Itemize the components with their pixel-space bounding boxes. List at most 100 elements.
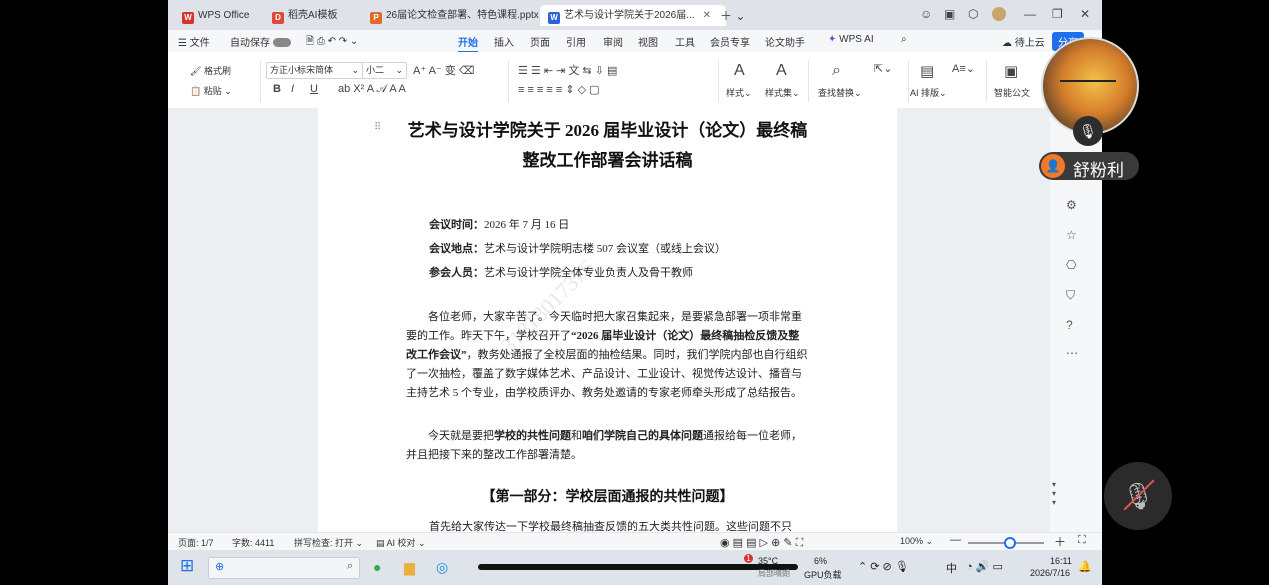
menu-insert[interactable]: 插入 [494, 34, 514, 49]
divider [808, 60, 809, 102]
align-icons[interactable]: ≡ ≡ ≡ ≡ ≡ ⇕ ◇ ▢ [518, 83, 600, 96]
select-icon[interactable]: ⇱⌄ [874, 62, 892, 75]
find-icon[interactable]: ⌕ [832, 62, 841, 80]
tab-pptx-file[interactable]: P 26届论文检查部署、特色课程.pptx [362, 5, 547, 26]
weather-temp[interactable]: 35°C [758, 556, 778, 566]
document-page[interactable]: 131818017376 ⠿ 艺术与设计学院关于 2026 届毕业设计（论文）最… [318, 108, 897, 532]
spell-check-status[interactable]: 拼写检查: 打开 ⌄ [294, 536, 363, 549]
add-tab-icon[interactable]: ＋ ⌄ [720, 7, 745, 24]
list-icons[interactable]: ☰ ☰ ⇤ ⇥ 文 ⇆ ⇩ ▤ [518, 62, 617, 78]
font-name-select[interactable]: 方正小标宋简体 ⌄ [266, 62, 363, 79]
document-area: 131818017376 ⠿ 艺术与设计学院关于 2026 届毕业设计（论文）最… [168, 108, 1050, 532]
camera-icon[interactable]: ⎔ [1066, 258, 1076, 272]
star-icon[interactable]: ☆ [1066, 228, 1077, 242]
help-icon[interactable]: ? [1066, 318, 1073, 332]
notification-icon[interactable]: 🔔 [1078, 560, 1092, 573]
system-tray-icons[interactable]: ⌃ ⟳ ⊘ 🎙 [858, 560, 909, 573]
ai-layout-button[interactable]: AI 排版⌄ [910, 86, 947, 99]
network-volume-icons[interactable]: ◔ 🔊 ▭ [966, 560, 1003, 573]
close-window-icon[interactable]: ✕ [1080, 7, 1090, 21]
zoom-slider-handle[interactable] [1004, 537, 1016, 549]
paste-button[interactable]: 📋 粘贴 ⌄ [190, 84, 232, 97]
ime-indicator[interactable]: 中 [946, 560, 957, 576]
divider [260, 60, 261, 102]
menu-page[interactable]: 页面 [530, 34, 550, 49]
edge-icon[interactable]: ◎ [436, 559, 448, 576]
format-brush-button[interactable]: 🖌 格式刷 [190, 64, 231, 77]
text-direction-icon[interactable]: A≡⌄ [952, 62, 975, 75]
font-size-select[interactable]: 小二 ⌄ [362, 62, 407, 79]
muted-slash [1123, 479, 1155, 511]
close-tab-icon[interactable]: ✕ [703, 10, 711, 21]
fullscreen-icon[interactable]: ⛶ [1078, 534, 1086, 547]
avatar-decoration [1060, 80, 1116, 82]
windows-start-icon[interactable]: ⊞ [180, 556, 194, 576]
zoom-out-icon[interactable]: — [950, 534, 961, 546]
underline-icon[interactable]: U [310, 83, 318, 95]
styles-icon[interactable]: A [734, 62, 745, 80]
zoom-in-icon[interactable]: ＋ [1054, 533, 1066, 550]
menu-home[interactable]: 开始 [458, 34, 478, 53]
smart-doc-icon[interactable]: ▣ [1004, 62, 1018, 80]
menu-member[interactable]: 会员专享 [710, 34, 750, 49]
menu-thesis-assistant[interactable]: 论文助手 [765, 34, 805, 49]
style-set-button[interactable]: 样式集⌄ [765, 86, 800, 99]
find-replace-button[interactable]: 查找替换⌄ [818, 86, 862, 99]
more-icon[interactable]: ⋯ [1066, 346, 1078, 360]
ai-assistant-icon[interactable]: ☺ [920, 7, 932, 21]
taskbar-search-input[interactable]: ⊕ ⌕ [208, 557, 360, 579]
word-count[interactable]: 字数: 4411 [232, 536, 274, 549]
smart-doc-button[interactable]: 智能公文 [994, 86, 1030, 99]
view-mode-icons[interactable]: ◉ ▤ ▤ ▷ ⊕ ✎ ⛶ [720, 536, 803, 550]
participant-name-tag: 👤 舒粉利 [1039, 152, 1139, 181]
cloud-button[interactable]: ☁ 待上云 [1002, 34, 1045, 49]
menu-view[interactable]: 视图 [638, 34, 658, 49]
quick-access-icons[interactable]: 🗎 ⎙ ↶ ↷ ⌄ [306, 34, 358, 51]
wps-ai-icon: ✦ [828, 34, 837, 45]
user-avatar[interactable] [992, 7, 1006, 21]
ppt-icon: P [370, 12, 382, 24]
docer-icon: D [272, 12, 284, 24]
styles-button[interactable]: 样式⌄ [726, 86, 752, 99]
menu-file[interactable]: ☰ 文件 [178, 34, 210, 49]
cube-icon[interactable]: ⬡ [968, 7, 978, 21]
tab-wps-office[interactable]: W WPS Office [174, 5, 258, 26]
clock-date[interactable]: 2026/7/16 [1030, 568, 1070, 578]
document-title-line2: 整改工作部署会讲话稿 [522, 151, 693, 170]
tab-docer-template[interactable]: D 稻壳AI模板 [264, 5, 345, 26]
minimize-icon[interactable]: — [1024, 7, 1036, 21]
italic-icon[interactable]: I [291, 83, 294, 95]
ai-proofread-button[interactable]: ▤ AI 校对 ⌄ [376, 536, 426, 549]
menu-autosave[interactable]: 自动保存 [230, 34, 291, 49]
menu-tools[interactable]: 工具 [675, 34, 695, 49]
mute-microphone-button[interactable]: 🎙 [1104, 462, 1172, 530]
file-explorer-icon[interactable]: ▆ [404, 559, 415, 576]
tab-current-document[interactable]: W 艺术与设计学院关于2026届... ✕ [540, 5, 726, 26]
autosave-toggle[interactable] [272, 38, 291, 47]
wps-logo-icon: W [182, 12, 194, 24]
style-set-icon[interactable]: A [776, 62, 787, 80]
ai-layout-icon[interactable]: ▤ [920, 62, 934, 80]
text-effects-icons[interactable]: ab X² A 𝒜 A A [338, 83, 406, 96]
restore-icon[interactable]: ❐ [1052, 7, 1063, 21]
settings-sliders-icon[interactable]: ⚙ [1066, 198, 1077, 212]
divider [908, 60, 909, 102]
gpu-label: GPU负载 [804, 570, 842, 580]
page-count[interactable]: 页面: 1/7 [178, 536, 214, 549]
taskbar-running-apps[interactable] [478, 564, 798, 570]
wechat-icon[interactable]: ● [373, 559, 381, 575]
menu-wps-ai[interactable]: ✦ WPS AI [828, 34, 874, 45]
search-icon[interactable]: ⌕ [901, 34, 907, 45]
bold-icon[interactable]: B [273, 83, 281, 95]
font-grow-icon[interactable]: A⁺ A⁻ 变 ⌫ [413, 62, 474, 78]
status-bar: 页面: 1/7 字数: 4411 拼写检查: 打开 ⌄ ▤ AI 校对 ⌄ ◉ … [168, 532, 1102, 551]
microphone-icon[interactable]: 🎙 [1073, 116, 1103, 146]
clock-time[interactable]: 16:11 [1050, 556, 1072, 566]
zoom-level[interactable]: 100% ⌄ [900, 536, 933, 547]
menu-references[interactable]: 引用 [566, 34, 586, 49]
window-layout-icon[interactable]: ▣ [944, 7, 955, 21]
word-icon: W [548, 12, 560, 24]
scroll-arrows-icon[interactable]: ▾ ▾ ▾ [1052, 480, 1056, 507]
menu-review[interactable]: 审阅 [603, 34, 623, 49]
shirt-icon[interactable]: ⛉ [1066, 288, 1075, 303]
